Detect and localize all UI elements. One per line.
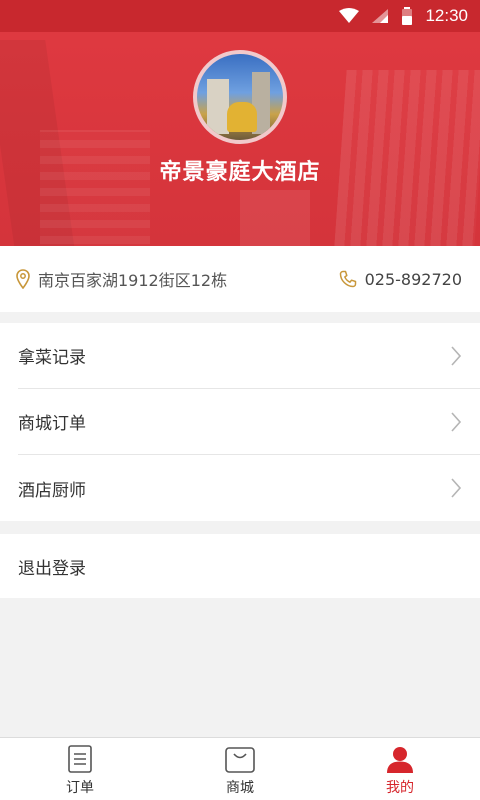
header-building-decoration — [40, 130, 150, 246]
menu-item-label: 酒店厨师 — [18, 480, 86, 501]
menu-item-hotel-chefs[interactable]: 酒店厨师 — [18, 455, 480, 521]
hotel-avatar[interactable] — [193, 50, 287, 144]
logout-button[interactable]: 退出登录 — [18, 534, 480, 598]
hotel-name: 帝景豪庭大酒店 — [159, 160, 321, 185]
tab-label: 订单 — [66, 780, 94, 796]
menu-item-shop-orders[interactable]: 商城订单 — [18, 389, 480, 455]
header-building-decoration — [240, 190, 310, 246]
shop-bag-icon — [225, 747, 255, 773]
chevron-right-icon — [451, 478, 462, 498]
phone-row[interactable]: 025-892720 — [339, 270, 462, 289]
address-row[interactable]: 南京百家湖1912街区12栋 — [16, 267, 227, 291]
bottom-tab-bar: 订单 商城 我的 — [0, 737, 480, 800]
battery-icon — [402, 7, 413, 25]
hotel-info-bar: 南京百家湖1912街区12栋 025-892720 — [0, 246, 480, 312]
menu-item-label: 拿菜记录 — [18, 348, 86, 368]
profile-header: 帝景豪庭大酒店 — [0, 0, 480, 246]
tab-shop[interactable]: 商城 — [160, 738, 320, 800]
menu-item-pickup-records[interactable]: 拿菜记录 — [18, 323, 480, 389]
address-text: 南京百家湖1912街区12栋 — [38, 271, 228, 290]
chevron-right-icon — [451, 345, 462, 366]
location-pin-icon — [16, 269, 30, 289]
phone-text: 025-892720 — [364, 269, 462, 289]
menu-list: 拿菜记录 商城订单 酒店厨师 — [0, 323, 480, 521]
tab-mine[interactable]: 我的 — [320, 738, 480, 800]
signal-icon — [372, 9, 389, 23]
logout-group: 退出登录 — [0, 534, 480, 598]
phone-icon — [339, 270, 356, 288]
user-icon — [387, 747, 413, 773]
order-list-icon — [68, 745, 92, 773]
menu-item-label: 商城订单 — [18, 414, 86, 434]
status-time: 12:30 — [425, 6, 468, 25]
tab-orders[interactable]: 订单 — [0, 738, 160, 800]
tab-label: 我的 — [386, 780, 414, 796]
status-bar: 12:30 — [0, 0, 480, 32]
chevron-right-icon — [451, 411, 462, 432]
wifi-icon — [339, 8, 360, 23]
logout-label: 退出登录 — [18, 558, 86, 579]
tab-label: 商城 — [226, 780, 254, 796]
